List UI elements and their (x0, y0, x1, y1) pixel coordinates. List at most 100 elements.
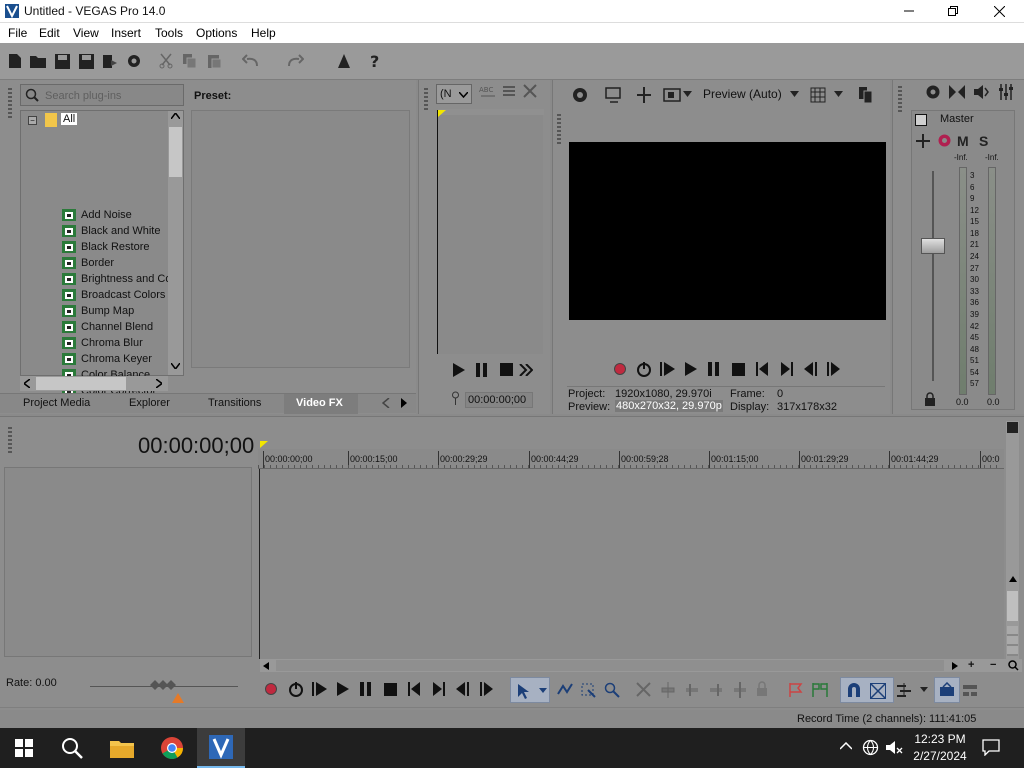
marker-flag-icon[interactable] (1007, 422, 1018, 433)
timeline-scroll-right-icon[interactable] (952, 662, 958, 670)
preview-quality-dropdown[interactable]: Preview (Auto) (703, 87, 782, 101)
open-folder-icon[interactable] (29, 52, 47, 70)
windows-start-icon[interactable] (0, 728, 48, 768)
solo-button[interactable]: S (979, 133, 988, 149)
menu-options[interactable]: Options (196, 26, 237, 40)
abc-icon[interactable]: ABC (479, 84, 497, 100)
snapping-toggle-group[interactable] (840, 677, 894, 703)
plugin-item[interactable]: Black and White (62, 223, 160, 238)
menu-view[interactable]: View (73, 26, 99, 40)
rate-slider-handle-icon[interactable] (150, 679, 176, 691)
trimmer-timecode[interactable]: 00:00:00;00 (465, 392, 533, 408)
enable-snapping-icon[interactable] (335, 52, 353, 70)
trimmer-view[interactable] (437, 109, 544, 354)
timeline-zoom-tool-icon[interactable] (604, 682, 620, 698)
go-to-end-icon[interactable] (780, 362, 793, 376)
record-icon[interactable] (613, 362, 627, 376)
auto-ripple-icon[interactable] (896, 682, 912, 698)
copy-snapshot-icon[interactable] (858, 86, 874, 104)
trimmer-close-icon[interactable] (523, 84, 537, 98)
search-input[interactable]: Search plug-ins (45, 90, 121, 102)
tab-scroll-left-icon[interactable] (382, 398, 390, 408)
plugin-item[interactable]: Channel Blend (62, 319, 153, 334)
plugin-item[interactable]: Chroma Keyer (62, 351, 152, 366)
track-height-handles[interactable] (1007, 626, 1018, 656)
whats-this-help-icon[interactable]: ? (366, 52, 384, 70)
quality-chevron-icon[interactable] (790, 91, 799, 97)
play-from-start-icon[interactable] (660, 362, 676, 376)
delete-icon[interactable] (636, 682, 651, 697)
paste-icon[interactable] (205, 52, 223, 70)
network-globe-icon[interactable] (862, 739, 879, 756)
file-explorer-icon[interactable] (98, 728, 146, 768)
lock-icon[interactable] (924, 392, 936, 406)
split-icon[interactable] (732, 682, 748, 698)
restore-button[interactable] (940, 0, 966, 22)
tab-scroll-right-icon[interactable] (400, 398, 408, 408)
search-plugins-box[interactable]: Search plug-ins (20, 84, 184, 106)
ripple-chevron-icon[interactable] (920, 687, 928, 692)
ignore-event-grouping-icon[interactable] (962, 682, 978, 698)
plugin-item[interactable]: Broadcast Colors (62, 287, 165, 302)
save-icon[interactable] (53, 52, 71, 70)
scroll-left-icon[interactable] (24, 379, 30, 388)
master-fader-handle[interactable] (921, 238, 945, 254)
show-hidden-icons-icon[interactable] (840, 742, 852, 750)
volume-muted-icon[interactable] (885, 739, 903, 756)
zoom-tool-icon[interactable] (1008, 660, 1019, 671)
mixer-faders-icon[interactable] (998, 84, 1014, 100)
tree-root-all[interactable]: All (61, 113, 78, 125)
insert-fx-icon[interactable] (916, 134, 930, 148)
next-frame-icon[interactable] (826, 362, 842, 376)
split-view-icon[interactable] (663, 86, 681, 104)
tab-video-fx-active[interactable]: Video FX (284, 394, 358, 414)
mixer-settings-gear-icon[interactable] (925, 84, 941, 100)
split-chevron-icon[interactable] (683, 91, 692, 97)
plugin-item[interactable]: Brightness and Co (62, 271, 169, 286)
timeline-record-icon[interactable] (264, 682, 278, 696)
trimmer-pause-icon[interactable] (476, 363, 488, 377)
timeline-previous-frame-icon[interactable] (455, 682, 471, 696)
plugin-item[interactable]: Border (62, 255, 114, 270)
properties-gear-icon[interactable] (125, 52, 143, 70)
timeline-vscrollbar[interactable] (1006, 421, 1019, 661)
plugin-item[interactable]: Chroma Blur (62, 335, 143, 350)
trimmer-play-icon[interactable] (452, 362, 466, 378)
menu-tools[interactable]: Tools (155, 26, 183, 40)
trimmer-stop-icon[interactable] (500, 363, 513, 376)
zoom-in-icon[interactable]: + (968, 659, 974, 671)
external-monitor-icon[interactable] (605, 86, 623, 104)
selection-tool-icon[interactable] (580, 682, 596, 698)
copy-icon[interactable] (181, 52, 199, 70)
trimmer-fast-forward-icon[interactable] (519, 364, 533, 376)
preview-play-icon[interactable] (684, 361, 698, 377)
timeline-hscrollbar[interactable]: + − (260, 659, 1022, 672)
timeline-stop-icon[interactable] (384, 683, 397, 696)
scroll-up-icon[interactable] (171, 113, 180, 119)
plugin-item[interactable]: Add Noise (62, 207, 132, 222)
clock-time[interactable]: 12:23 PM (912, 732, 968, 746)
mute-button[interactable]: M (957, 133, 969, 149)
preview-settings-gear-icon[interactable] (571, 86, 589, 104)
snapping-magnet-icon[interactable] (846, 682, 862, 699)
split-screen-icon[interactable] (635, 86, 653, 104)
timeline-go-to-end-icon[interactable] (432, 682, 445, 696)
trim-icon[interactable] (660, 682, 676, 698)
vegas-taskbar-icon[interactable] (197, 728, 245, 768)
timeline-hscroll-thumb[interactable] (276, 660, 944, 671)
close-button[interactable] (986, 0, 1012, 22)
timeline-scroll-up-icon[interactable] (1009, 576, 1017, 582)
timeline-ruler[interactable]: 00:00:00;00 00:00:15;00 00:00:29;29 00:00:4… (258, 449, 1004, 469)
tree-collapse-icon[interactable]: − (28, 116, 37, 125)
timeline-pause-icon[interactable] (360, 682, 372, 696)
insert-marker-icon[interactable] (788, 682, 804, 698)
new-project-icon[interactable] (6, 52, 24, 70)
preview-stop-icon[interactable] (732, 363, 745, 376)
lock-envelopes-toggle[interactable] (934, 677, 960, 703)
tab-transitions[interactable]: Transitions (208, 397, 261, 409)
hscroll-thumb[interactable] (36, 377, 126, 390)
search-taskbar-icon[interactable] (48, 728, 96, 768)
tab-project-media[interactable]: Project Media (23, 397, 90, 409)
insert-region-icon[interactable] (812, 682, 828, 698)
downmix-icon[interactable] (949, 85, 965, 99)
